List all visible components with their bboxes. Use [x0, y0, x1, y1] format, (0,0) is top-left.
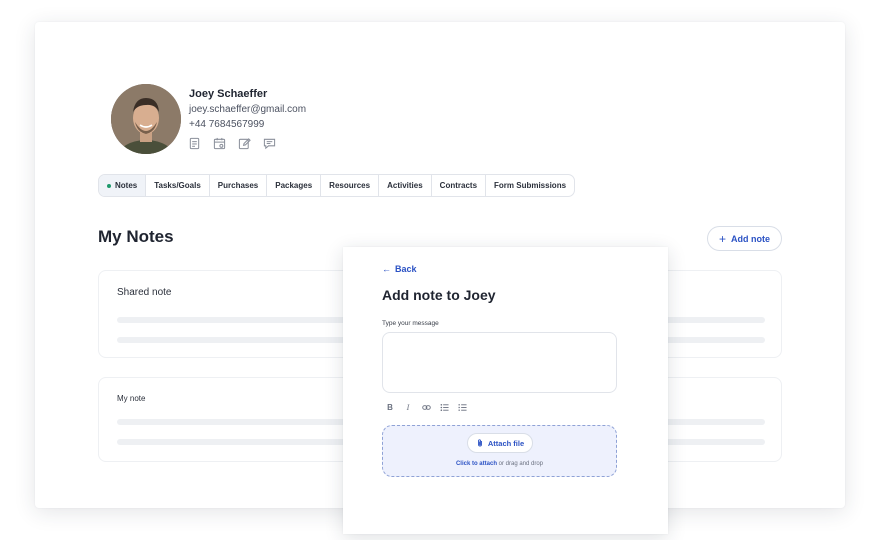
tab-tasks-goals[interactable]: Tasks/Goals: [146, 175, 210, 196]
tab-packages[interactable]: Packages: [267, 175, 322, 196]
page-title: My Notes: [98, 227, 174, 246]
edit-icon[interactable]: [237, 136, 251, 150]
numbered-list-icon[interactable]: [457, 402, 467, 412]
profile-actions: [187, 136, 276, 150]
back-link[interactable]: ← Back: [382, 264, 417, 274]
plus-icon: +: [718, 231, 726, 246]
format-toolbar: B I: [385, 402, 467, 412]
click-to-attach-link[interactable]: Click to attach: [456, 461, 497, 467]
bullet-list-icon[interactable]: [439, 402, 449, 412]
add-note-button[interactable]: + Add note: [707, 226, 782, 251]
profile-name: Joey Schaeffer: [189, 88, 268, 100]
tab-label: Notes: [115, 181, 138, 190]
attach-file-label: Attach file: [487, 438, 525, 448]
link-icon[interactable]: [421, 402, 431, 412]
avatar: [111, 84, 181, 154]
tab-form-submissions[interactable]: Form Submissions: [486, 175, 574, 196]
paperclip-icon: [477, 439, 482, 447]
drop-hint-text: or drag and drop: [498, 461, 544, 467]
tab-activities[interactable]: Activities: [379, 175, 432, 196]
tab-bar: Notes Tasks/Goals Purchases Packages Res…: [98, 174, 576, 197]
tab-resources[interactable]: Resources: [321, 175, 380, 196]
arrow-left-icon: ←: [382, 264, 391, 274]
add-note-label: Add note: [731, 233, 770, 244]
message-label: Type your message: [382, 320, 439, 327]
back-label: Back: [395, 264, 417, 274]
profile-email: joey.schaeffer@gmail.com: [189, 104, 307, 115]
calendar-icon[interactable]: [212, 136, 226, 150]
bold-icon[interactable]: B: [385, 402, 395, 412]
attach-file-button[interactable]: Attach file: [467, 433, 533, 453]
chat-icon[interactable]: [262, 136, 276, 150]
file-dropzone[interactable]: Attach file Click to attach or drag and …: [382, 425, 617, 477]
add-note-dialog: ← Back Add note to Joey Type your messag…: [343, 247, 668, 534]
message-input[interactable]: [382, 332, 617, 393]
drop-hint: Click to attach or drag and drop: [383, 461, 616, 467]
note-title: My note: [117, 394, 146, 403]
tab-notes[interactable]: Notes: [99, 175, 147, 196]
dialog-title: Add note to Joey: [382, 287, 496, 303]
tab-purchases[interactable]: Purchases: [210, 175, 268, 196]
note-title: Shared note: [117, 287, 172, 298]
document-icon[interactable]: [187, 136, 201, 150]
profile-phone: +44 7684567999: [189, 119, 265, 130]
tab-contracts[interactable]: Contracts: [432, 175, 487, 196]
italic-icon[interactable]: I: [403, 402, 413, 412]
active-dot-icon: [107, 183, 111, 188]
